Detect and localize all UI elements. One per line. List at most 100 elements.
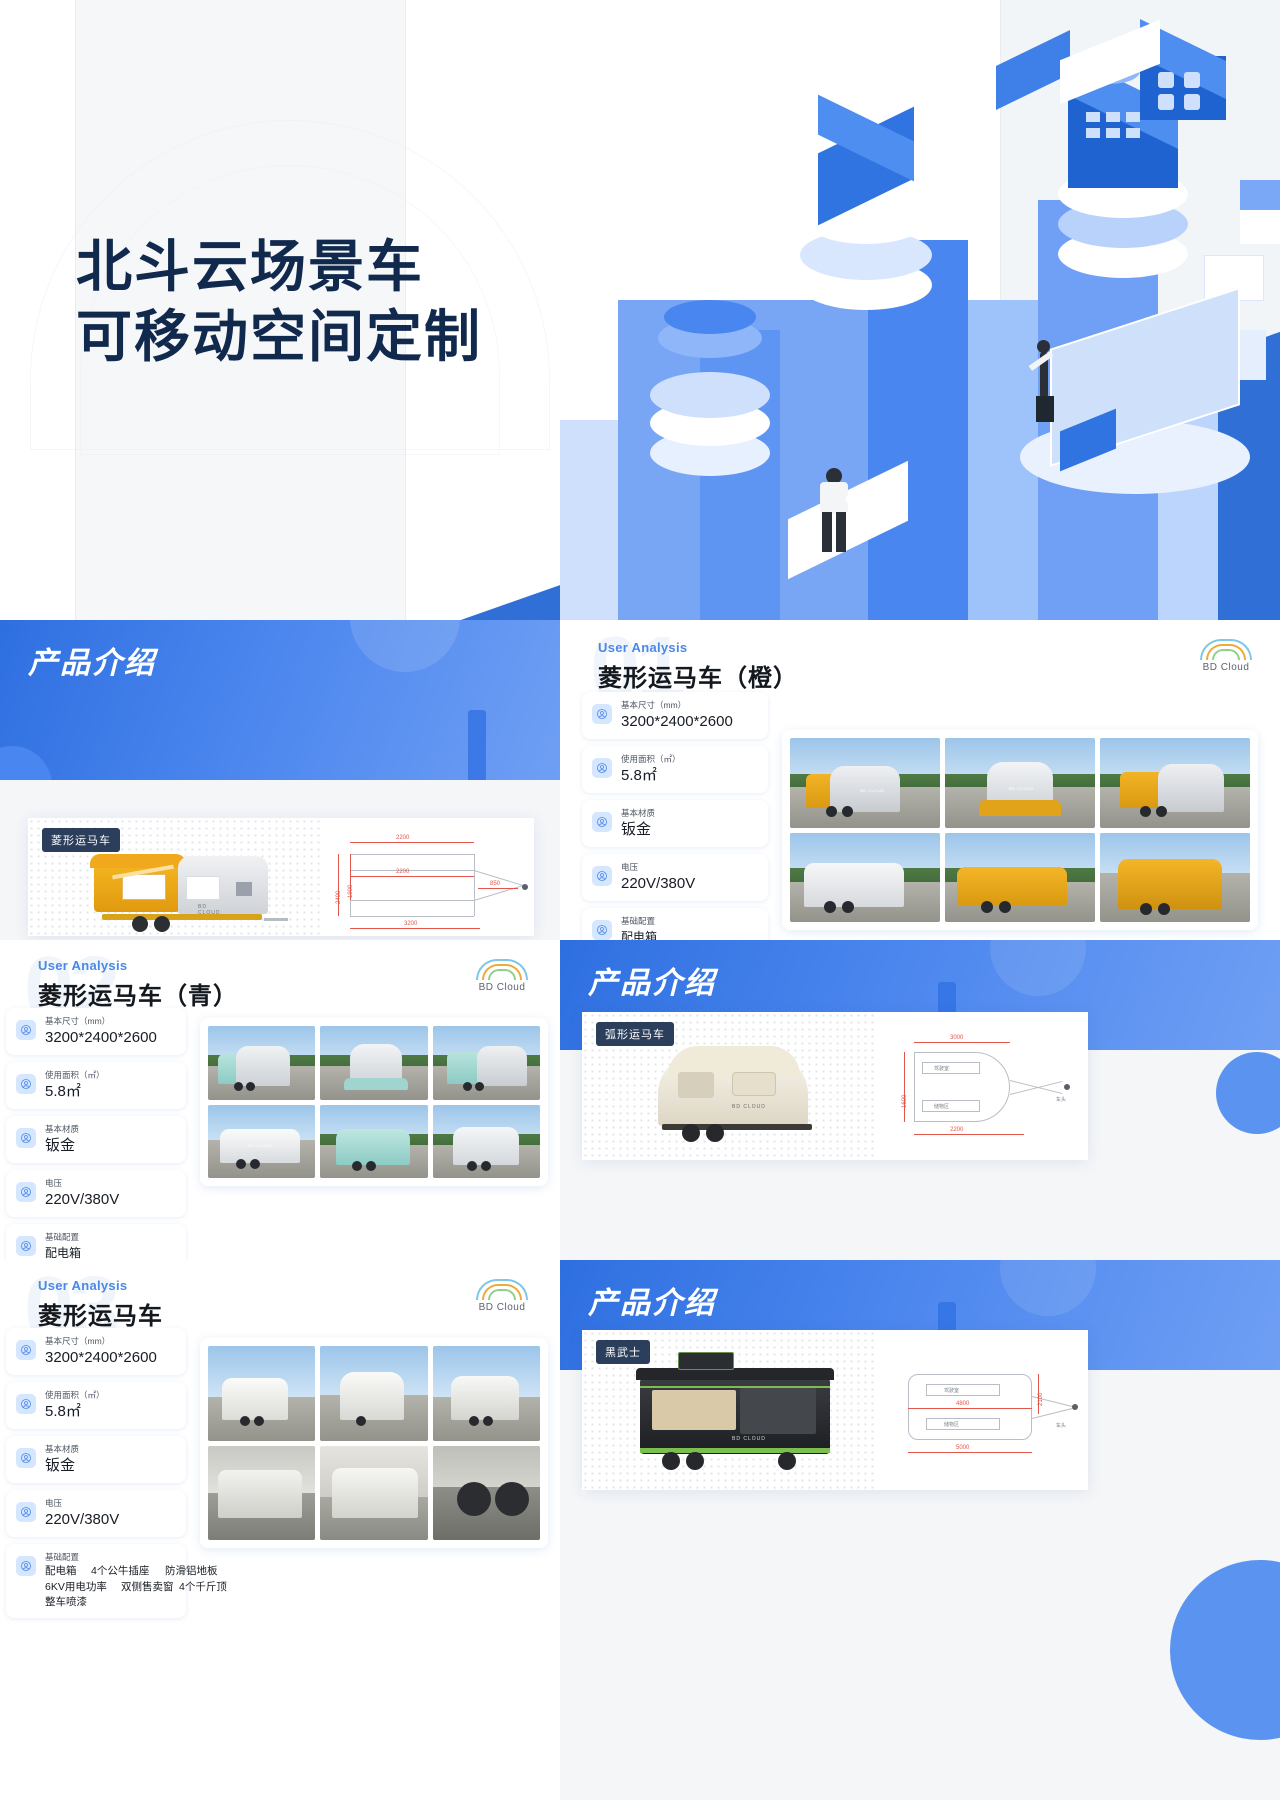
bd-cloud-logo-text-1: BD Cloud (1202, 662, 1250, 673)
config-item: 整车喷漆 (45, 1596, 87, 1609)
spec-row: 电压 220V/380V (582, 854, 768, 901)
bp-label-storage: 储物区 (944, 1422, 960, 1428)
spec-row: 基本材质 钣金 (582, 800, 768, 847)
config-item: 6KV用电功率 (45, 1580, 107, 1593)
spec-list-1: 基本尺寸（mm） 3200*2400*2600 使用面积（㎡） 5.8㎡ 基本材… (582, 692, 768, 940)
spec-value: 钣金 (45, 1456, 76, 1474)
bp-dim-length: 2200 (950, 1127, 964, 1133)
config-grid: 配电箱 4个公牛插座 防滑铝地板 6KV用电功率 双侧售卖窗 4个千斤顶 整车喷… (45, 1564, 235, 1611)
cart-window (186, 876, 220, 900)
rainbow-arc-icon (474, 1278, 530, 1300)
user-circle-icon (16, 1182, 36, 1202)
cart-led-strip (640, 1386, 830, 1388)
figure-card-1: 菱形运马车 BD CLOUD 2200 2200 850 2400 1900 3… (28, 818, 534, 936)
spec-row: 基本尺寸（mm） 3200*2400*2600 (582, 692, 768, 739)
figure-tag-1: 菱形运马车 (42, 828, 120, 852)
figure-card-3: 黑武士 BD CLOUD 4800 5000 2100 车头 驾驶室 储物区 (582, 1330, 1088, 1490)
product-photo (432, 1445, 540, 1540)
section-banner-1: 产品介绍 (0, 620, 560, 780)
bd-cloud-logo-1: BD Cloud (1198, 638, 1254, 673)
spec-row: 电压 220V/380V (6, 1490, 186, 1537)
product-photo (432, 1104, 540, 1178)
bd-cloud-logo-text-3: BD Cloud (478, 1302, 526, 1313)
bp-dim-top: 2200 (396, 835, 410, 841)
rainbow-arc-icon (474, 958, 530, 980)
product-photo (208, 1445, 316, 1540)
user-circle-icon (592, 920, 612, 940)
cart-brand-mark: BD CLOUD (198, 904, 221, 916)
user-circle-icon (16, 1340, 36, 1360)
spec-value: 220V/380V (45, 1190, 120, 1208)
spec-label: 基础配置 (621, 916, 656, 926)
spec-label: 基础配置 (45, 1232, 80, 1242)
cart-wheel-2 (686, 1452, 704, 1470)
spec-value: 3200*2400*2600 (621, 712, 733, 730)
cart-wheel-1 (132, 916, 148, 932)
spec-label: 使用面积（㎡） (45, 1390, 105, 1400)
cart-roof-black (636, 1368, 834, 1380)
cart-brand-mark: BD CLOUD (732, 1436, 766, 1442)
cart-signboard (678, 1352, 734, 1370)
spec-label: 电压 (45, 1498, 63, 1508)
user-circle-icon (16, 1502, 36, 1522)
user-circle-icon (16, 1128, 36, 1148)
config-item: 4个千斤顶 (179, 1580, 227, 1593)
bp-dim-tongue: 850 (490, 881, 501, 887)
spec-value: 钣金 (45, 1136, 76, 1154)
spec-row: 基本材质 钣金 (6, 1116, 186, 1163)
user-circle-icon (592, 866, 612, 886)
bp-dim-inner: 4800 (956, 1401, 970, 1407)
cart-interior (740, 1388, 816, 1434)
spec-value: 5.8㎡ (45, 1402, 81, 1420)
user-circle-icon (16, 1448, 36, 1468)
config-item: 配电箱 (621, 929, 658, 940)
section-banner-3-title: 产品介绍 (588, 1287, 716, 1320)
product-photo (320, 1445, 428, 1540)
hero-title: 北斗云场景车 可移动空间定制 (76, 232, 482, 372)
spec-label: 电压 (621, 862, 639, 872)
cart-wheel-2 (706, 1124, 724, 1142)
spec-row: 使用面积（㎡） 5.8㎡ (6, 1062, 186, 1109)
rainbow-arc-icon (1198, 638, 1254, 660)
product-photo (320, 1026, 428, 1100)
cart-hitch (264, 918, 288, 921)
hero-title-line2: 可移动空间定制 (76, 305, 482, 368)
config-item: 防滑铝地板 (165, 1564, 218, 1577)
cart-serving-window (122, 874, 166, 900)
cart-wheel-1 (662, 1452, 680, 1470)
panel-eyebrow-2: User Analysis (38, 958, 128, 973)
bp-dim-inner-height: 1900 (348, 884, 354, 898)
hero-title-line1: 北斗云场景车 (76, 235, 424, 298)
spec-value: 3200*2400*2600 (45, 1028, 157, 1046)
spec-label: 基本材质 (45, 1444, 80, 1454)
product-photo (432, 1346, 540, 1441)
spec-row: 基本材质 钣金 (6, 1436, 186, 1483)
panel-title-3: 菱形运马车 (38, 1303, 163, 1330)
panel-eyebrow-1: User Analysis (598, 640, 688, 655)
spec-label: 基本尺寸（mm） (45, 1336, 111, 1346)
spec-value: 钣金 (621, 820, 652, 838)
bp-label-head: 车头 (1056, 1423, 1067, 1429)
user-circle-icon (16, 1074, 36, 1094)
user-circle-icon (592, 812, 612, 832)
spec-row: 基本尺寸（mm） 3200*2400*2600 (6, 1328, 186, 1375)
product-panel-orange: 01 User Analysis 菱形运马车（橙） BD Cloud 基本尺寸（… (560, 620, 1280, 940)
bp-label-head: 车头 (1056, 1097, 1067, 1103)
figure-card-2: 弧形运马车 BD CLOUD 3000 1600 2200 车头 驾驶室 储物区 (582, 1012, 1088, 1160)
blueprint-1: 2200 2200 850 2400 1900 3200 (324, 818, 534, 936)
photo-grid-orange: BD CLOUD BD CLOUD (782, 730, 1258, 930)
presentation-page: 北斗云场景车 可移动空间定制 产品介绍 菱形运马车 BD CLOUD 2200 … (0, 0, 1280, 1800)
product-photo (945, 832, 1095, 922)
bp-label-cabin: 驾驶室 (944, 1388, 960, 1394)
photo-grid-white (200, 1338, 548, 1548)
product-photo (208, 1026, 316, 1100)
product-photo (1100, 832, 1250, 922)
user-circle-icon (16, 1394, 36, 1414)
spec-row: 使用面积（㎡） 5.8㎡ (582, 746, 768, 793)
bd-cloud-logo-2: BD Cloud (474, 958, 530, 993)
spec-row-config: 基础配置 配电箱 4个公牛插座 防滑铝地板 6KV用电功率 双侧售卖窗 4个千斤… (6, 1224, 186, 1260)
banner-bubble (350, 620, 460, 672)
product-photo (790, 832, 940, 922)
cart-brand-mark: BD CLOUD (732, 1104, 766, 1110)
spec-value: 5.8㎡ (45, 1082, 81, 1100)
